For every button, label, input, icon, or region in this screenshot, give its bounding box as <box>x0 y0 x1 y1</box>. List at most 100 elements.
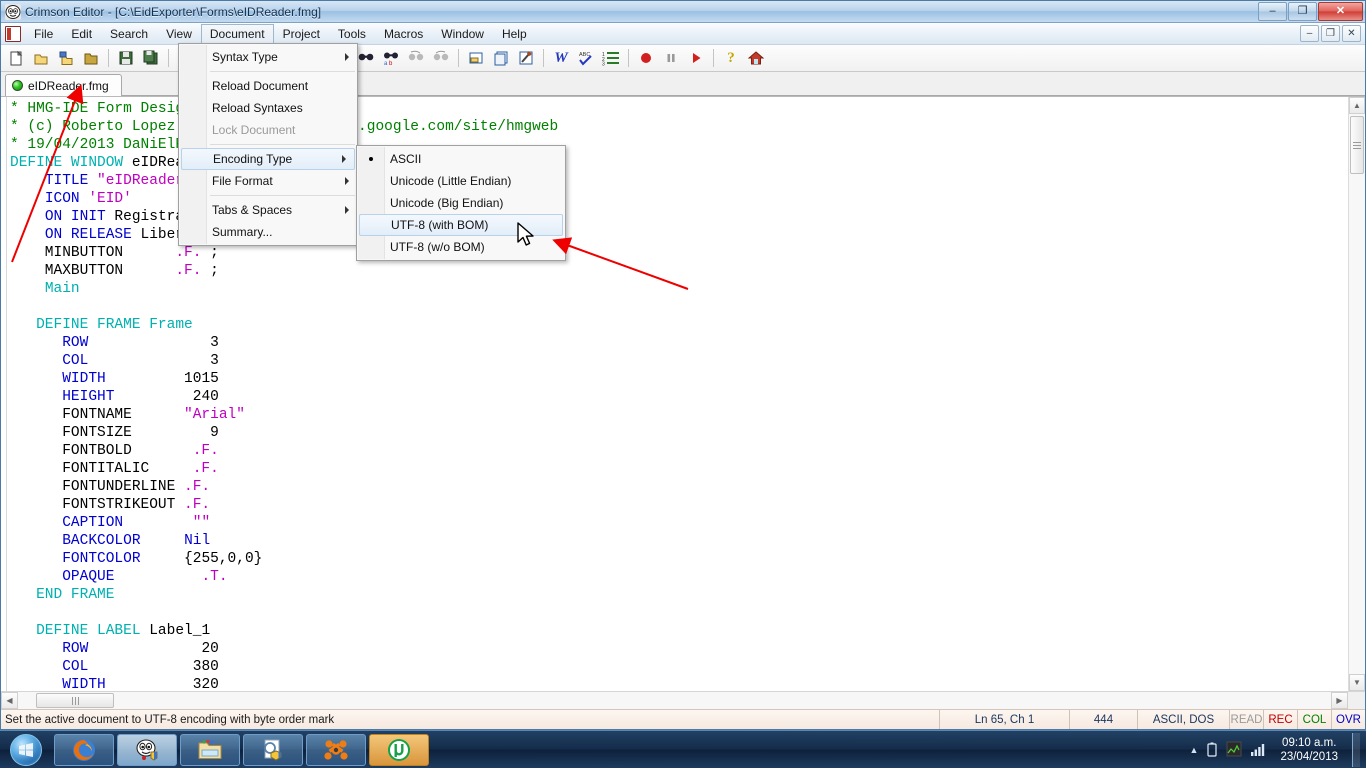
menu-item-unicode-big-endian[interactable]: Unicode (Big Endian) <box>357 192 565 214</box>
taskbar-item-utorrent[interactable] <box>369 733 429 766</box>
code-token: COL <box>62 353 89 369</box>
vertical-scroll-track[interactable] <box>1349 114 1365 674</box>
menu-macros[interactable]: Macros <box>375 24 432 44</box>
taskbar-item-search-security[interactable] <box>243 733 303 766</box>
show-desktop-button[interactable] <box>1352 733 1360 767</box>
menu-edit[interactable]: Edit <box>62 24 101 44</box>
taskbar-clock[interactable]: 09:10 a.m. 23/04/2013 <box>1274 736 1344 764</box>
menu-item-summary[interactable]: Summary... <box>179 221 357 243</box>
window-close-button[interactable]: ✕ <box>1318 2 1363 21</box>
code-line: COL 3 <box>10 352 1348 370</box>
help-icon[interactable]: ? <box>719 47 743 70</box>
close-file-icon[interactable] <box>79 47 103 70</box>
menu-item-tabs-and-spaces[interactable]: Tabs & Spaces <box>179 199 357 221</box>
menu-label: UTF-8 (w/o BOM) <box>390 240 485 254</box>
menu-help[interactable]: Help <box>493 24 536 44</box>
menu-item-file-format[interactable]: File Format <box>179 170 357 192</box>
menu-item-reload-document[interactable]: Reload Document <box>179 75 357 97</box>
menu-label: Syntax Type <box>212 50 278 64</box>
word-wrap-icon[interactable]: W <box>549 47 573 70</box>
menu-item-unicode-little-endian[interactable]: Unicode (Little Endian) <box>357 170 565 192</box>
code-token: Nil <box>184 533 211 549</box>
status-encoding: ASCII, DOS <box>1137 710 1229 729</box>
taskbar-item-file-explorer[interactable] <box>180 733 240 766</box>
horizontal-scroll-track[interactable] <box>18 692 1331 709</box>
vertical-scrollbar[interactable]: ▲ ▼ <box>1348 97 1365 691</box>
open-file-icon[interactable] <box>29 47 53 70</box>
menu-item-reload-syntaxes[interactable]: Reload Syntaxes <box>179 97 357 119</box>
code-token: OPAQUE <box>62 569 115 585</box>
tab-eidreader-fmg[interactable]: eIDReader.fmg <box>5 74 122 96</box>
code-token: TITLE <box>44 173 89 189</box>
scroll-up-arrow-icon[interactable]: ▲ <box>1349 97 1365 114</box>
menu-item-utf8-without-bom[interactable]: UTF-8 (w/o BOM) <box>357 236 565 258</box>
window-maximize-button[interactable]: ❐ <box>1288 2 1317 21</box>
svg-text:3: 3 <box>602 62 605 67</box>
menu-label: Reload Syntaxes <box>212 101 303 115</box>
network-monitor-icon[interactable] <box>1226 741 1242 760</box>
horizontal-scrollbar[interactable]: ◀ ▶ <box>1 691 1365 709</box>
open-remote-icon[interactable] <box>54 47 78 70</box>
bookmark-icon[interactable] <box>464 47 488 70</box>
home-icon[interactable] <box>744 47 768 70</box>
menu-window[interactable]: Window <box>432 24 493 44</box>
mdi-restore-button[interactable]: ❐ <box>1321 25 1340 42</box>
scroll-right-arrow-icon[interactable]: ▶ <box>1331 692 1348 709</box>
pause-macro-icon[interactable] <box>659 47 683 70</box>
code-line: COL 380 <box>10 658 1348 676</box>
battery-icon[interactable] <box>1206 741 1218 760</box>
status-message: Set the active document to UTF-8 encodin… <box>5 713 335 726</box>
show-hidden-icons-icon[interactable]: ▲ <box>1190 745 1199 755</box>
find-prev-icon[interactable] <box>404 47 428 70</box>
svg-text:a: a <box>384 61 388 66</box>
taskbar-item-firefox[interactable] <box>54 733 114 766</box>
menu-item-syntax-type[interactable]: Syntax Type <box>179 46 357 68</box>
mdi-minimize-button[interactable]: – <box>1300 25 1319 42</box>
system-tray: ▲ 09:10 a.m. 23/04/2013 <box>1190 731 1366 768</box>
start-button[interactable] <box>1 732 51 768</box>
line-numbers-icon[interactable]: 123 <box>599 47 623 70</box>
mdi-close-button[interactable]: ✕ <box>1342 25 1361 42</box>
record-macro-icon[interactable] <box>634 47 658 70</box>
vertical-scroll-thumb[interactable] <box>1350 116 1364 174</box>
menu-item-encoding-type[interactable]: Encoding Type <box>181 148 355 170</box>
crimson-editor-app-icon <box>5 3 21 20</box>
window-minimize-button[interactable]: – <box>1258 2 1287 21</box>
code-token: ; <box>201 245 219 261</box>
code-token: .T. <box>201 569 228 585</box>
window-title: Crimson Editor - [C:\EidExporter\Forms\e… <box>25 4 322 19</box>
save-icon[interactable] <box>114 47 138 70</box>
replace-icon[interactable]: ab <box>379 47 403 70</box>
spellcheck-icon[interactable]: ABC <box>574 47 598 70</box>
new-file-icon[interactable] <box>4 47 28 70</box>
tools-icon[interactable] <box>514 47 538 70</box>
signal-strength-icon[interactable] <box>1250 742 1266 759</box>
play-macro-icon[interactable] <box>684 47 708 70</box>
taskbar-item-crimson-editor[interactable] <box>117 733 177 766</box>
find-next-icon[interactable] <box>429 47 453 70</box>
save-all-icon[interactable] <box>139 47 163 70</box>
horizontal-scroll-thumb[interactable] <box>36 693 114 708</box>
copy-window-icon[interactable] <box>489 47 513 70</box>
menu-label: Reload Document <box>212 79 309 93</box>
taskbar-item-avast-antivirus[interactable] <box>306 733 366 766</box>
menu-view[interactable]: View <box>157 24 201 44</box>
scroll-down-arrow-icon[interactable]: ▼ <box>1349 674 1365 691</box>
menu-file[interactable]: File <box>25 24 62 44</box>
menu-project[interactable]: Project <box>274 24 329 44</box>
menu-document[interactable]: Document <box>200 23 274 44</box>
scroll-left-arrow-icon[interactable]: ◀ <box>1 692 18 709</box>
code-token: .F. <box>175 263 202 279</box>
menu-search[interactable]: Search <box>101 24 157 44</box>
tab-status-dot-icon <box>12 80 23 91</box>
code-line: MAXBUTTON .F. ; <box>10 262 1348 280</box>
code-token: "" <box>192 515 211 531</box>
menu-item-ascii[interactable]: ASCII <box>357 148 565 170</box>
menu-item-utf8-with-bom[interactable]: UTF-8 (with BOM) <box>359 214 563 236</box>
menu-tools[interactable]: Tools <box>329 24 375 44</box>
